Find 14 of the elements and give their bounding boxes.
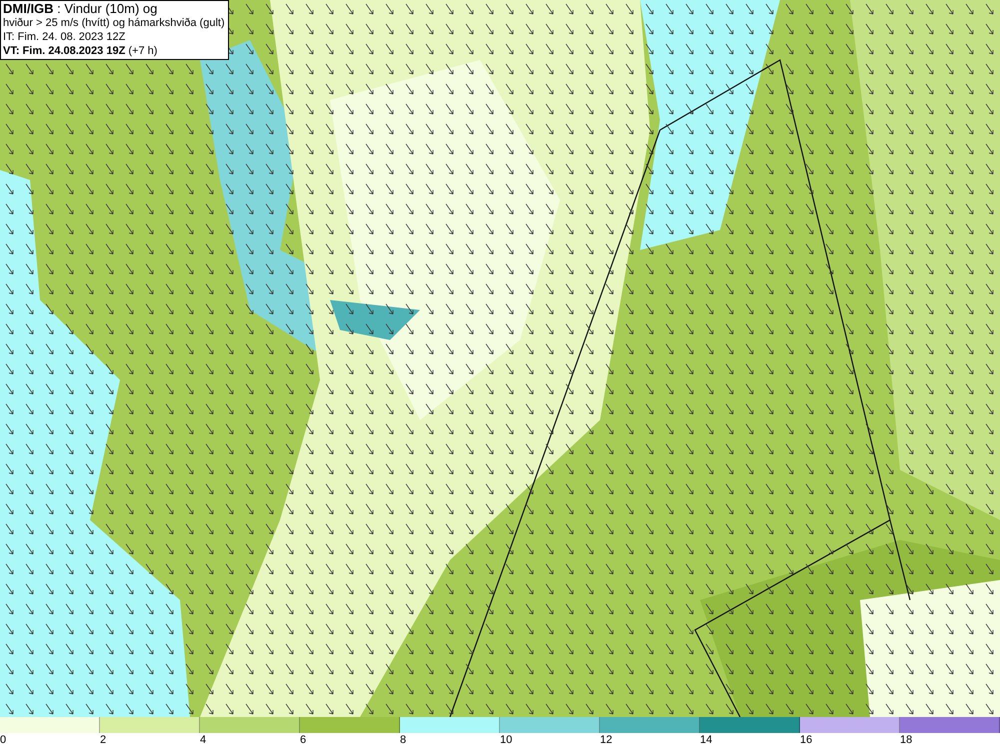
header-line: VT: Fim. 24.08.2023 19Z (+7 h) [3, 44, 158, 58]
legend-label: 16 [800, 733, 812, 747]
legend-label: 6 [300, 733, 306, 747]
legend-label: 0 [0, 733, 6, 747]
legend-label: 4 [200, 733, 206, 747]
header-line: DMI/IGB : Vindur (10m) og [3, 2, 158, 16]
legend-label: 14 [700, 733, 712, 747]
legend-label: 18 [900, 733, 912, 747]
legend-label: 12 [600, 733, 612, 747]
legend-label: 8 [400, 733, 406, 747]
legend-label: 2 [100, 733, 106, 747]
header-line: hviður > 25 m/s (hvítt) og hámarkshviða (gult) [3, 16, 226, 30]
legend-label: 10 [500, 733, 512, 747]
header-line: IT: Fim. 24. 08. 2023 12Z [3, 30, 126, 44]
